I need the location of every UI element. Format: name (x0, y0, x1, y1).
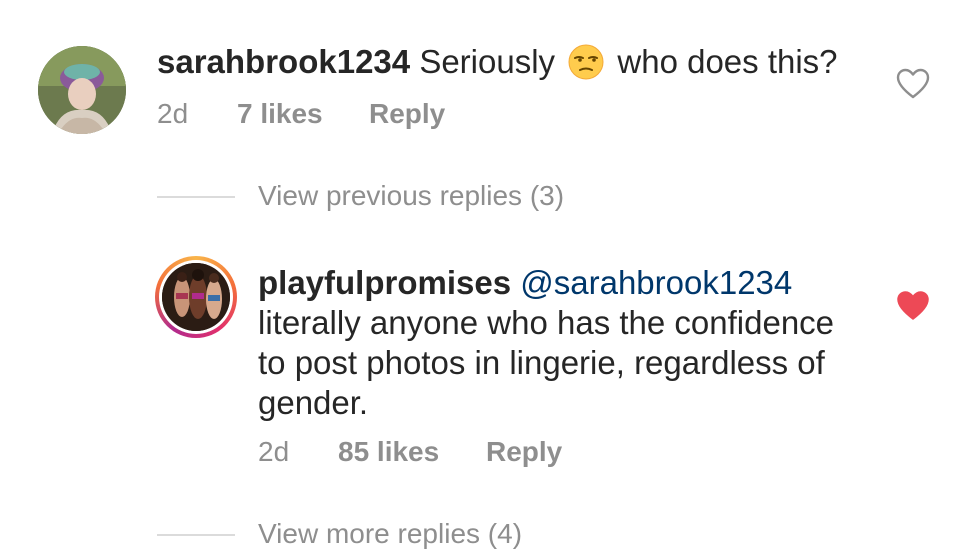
comment-text: sarahbrook1234 Seriously who does this? (157, 42, 838, 82)
avatar-photo (38, 46, 126, 134)
reply-reply-label: Reply (486, 436, 563, 467)
reply-timestamp: 2d (258, 436, 290, 467)
comment-reply-button[interactable]: Reply (369, 98, 445, 130)
reply-body: literally anyone who has the confidence … (258, 304, 835, 421)
replies-divider (157, 196, 235, 198)
comment-likes-label: 7 likes (237, 98, 323, 129)
avatar-ring-gap (159, 260, 233, 334)
reply-text: playfulpromises @sarahbrook1234 literall… (258, 263, 868, 423)
view-previous-replies-link[interactable]: View previous replies (3) (258, 180, 564, 212)
comment-username[interactable]: sarahbrook1234 (157, 43, 410, 80)
liked-heart-icon[interactable] (896, 290, 930, 322)
comment-reply-label: Reply (369, 98, 446, 129)
reply-likes-link[interactable]: 85 likes (338, 436, 439, 468)
avatar-playfulpromises[interactable] (155, 256, 237, 338)
comment-body-end: who does this? (617, 43, 838, 80)
like-heart-icon[interactable] (896, 68, 930, 100)
unamused-face-emoji (568, 44, 604, 80)
view-more-replies-link[interactable]: View more replies (4) (258, 518, 522, 550)
comment-likes-link[interactable]: 7 likes (237, 98, 323, 130)
replies-divider (157, 534, 235, 536)
comment-body-start: Seriously (419, 43, 556, 80)
reply-likes-label: 85 likes (338, 436, 440, 467)
avatar-sarahbrook1234[interactable] (38, 46, 126, 134)
reply-reply-button[interactable]: Reply (486, 436, 562, 468)
avatar-photo (162, 263, 230, 331)
reply-mention[interactable]: @sarahbrook1234 (520, 264, 792, 301)
comment-timestamp: 2d (157, 98, 189, 129)
reply-username[interactable]: playfulpromises (258, 264, 511, 301)
